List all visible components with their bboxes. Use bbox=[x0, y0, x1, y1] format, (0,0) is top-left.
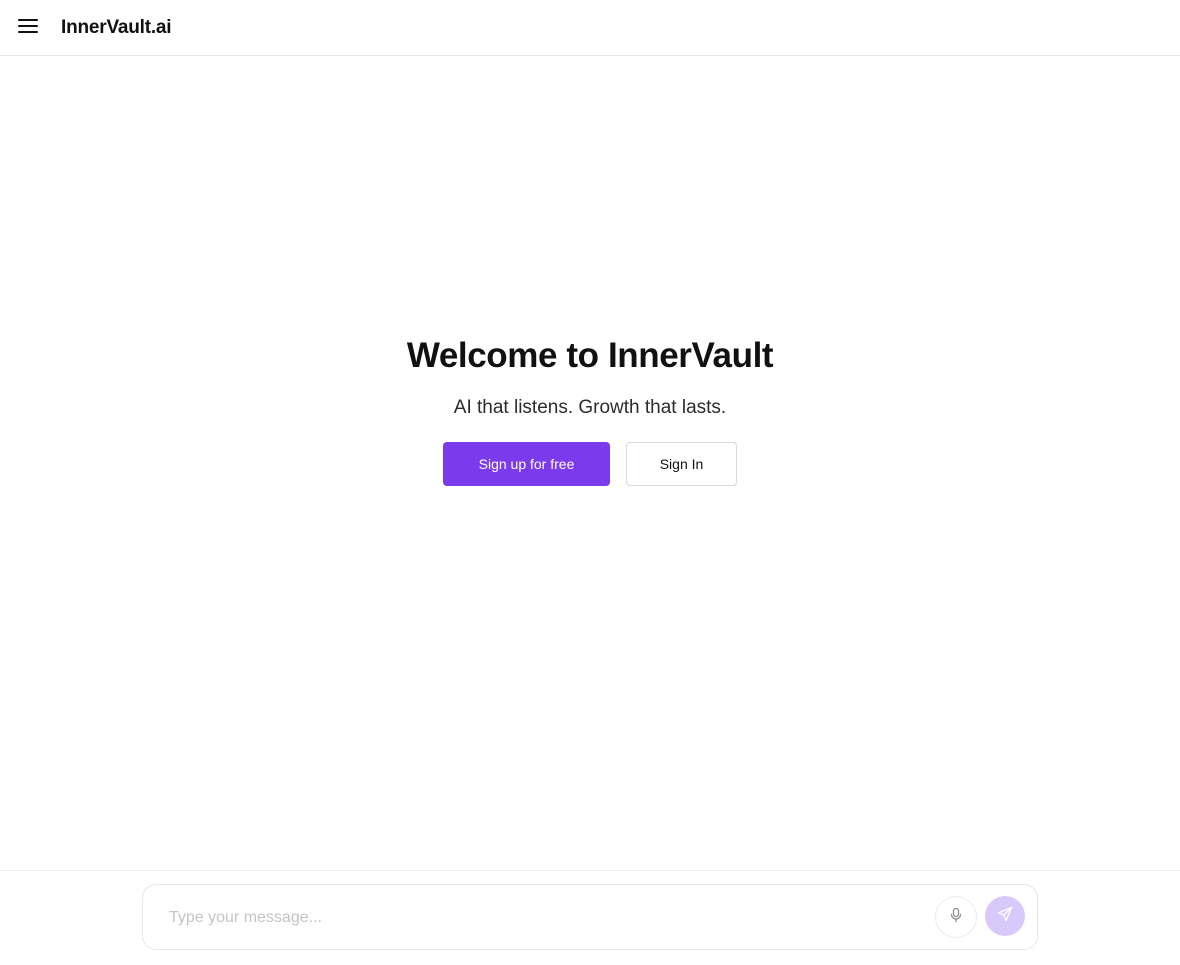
brand-logo-text[interactable]: InnerVault.ai bbox=[61, 16, 172, 40]
page-title: Welcome to InnerVault bbox=[406, 336, 774, 375]
top-bar: InnerVault.ai bbox=[0, 0, 1180, 56]
menu-button[interactable] bbox=[14, 14, 42, 42]
welcome-hero: Welcome to InnerVault AI that listens. G… bbox=[0, 330, 1180, 486]
send-button[interactable] bbox=[985, 896, 1025, 936]
hamburger-menu-icon bbox=[17, 18, 39, 39]
voice-input-button[interactable] bbox=[935, 896, 977, 938]
send-icon bbox=[997, 906, 1013, 927]
sign-in-button[interactable]: Sign In bbox=[626, 442, 737, 486]
message-composer bbox=[142, 884, 1038, 950]
sign-up-button[interactable]: Sign up for free bbox=[443, 442, 610, 486]
app-root: InnerVault.ai Welcome to InnerVault AI t… bbox=[0, 0, 1180, 965]
message-input[interactable] bbox=[167, 905, 911, 931]
composer-bar bbox=[0, 870, 1180, 965]
page-subtitle: AI that listens. Growth that lasts. bbox=[453, 397, 727, 418]
auth-actions: Sign up for free Sign In bbox=[0, 442, 1180, 486]
microphone-icon bbox=[948, 907, 964, 928]
